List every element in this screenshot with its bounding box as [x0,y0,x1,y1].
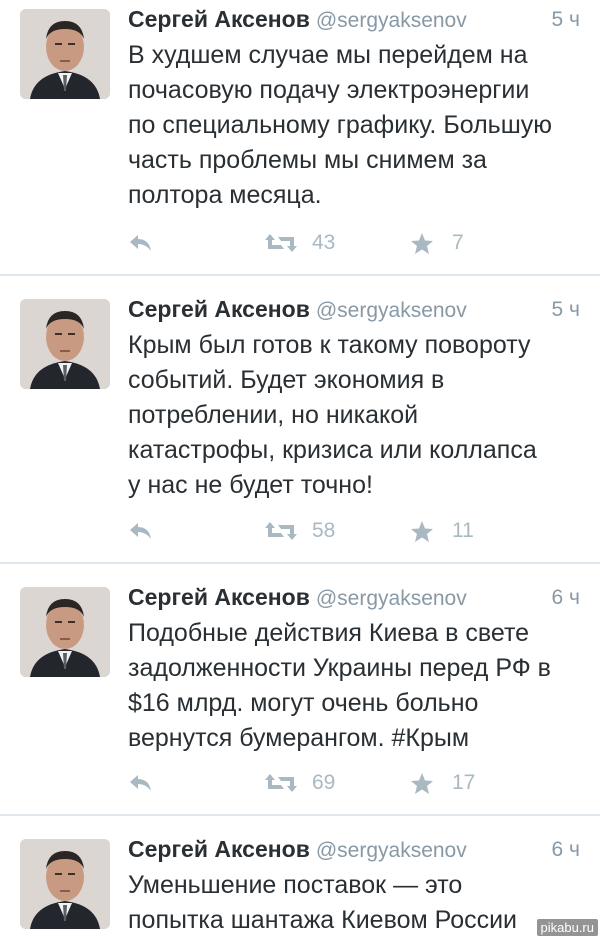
avatar[interactable] [20,299,110,389]
reply-button[interactable] [128,768,154,798]
favorite-button[interactable]: 17 [410,768,475,798]
tweet-time[interactable]: 6 ч [552,838,580,862]
reply-icon [130,775,151,791]
reply-icon [130,523,151,539]
avatar-image [20,587,110,677]
tweet-text: Крым был готов к такому повороту событий… [128,328,593,503]
favorite-count: 17 [452,771,476,794]
tweet-text: В худшем случае мы перейдем на почасовую… [128,38,593,213]
author-name[interactable]: Сергей Аксенов [128,584,310,610]
retweet-icon [265,234,297,252]
author-handle[interactable]: @sergyaksenov [316,299,467,322]
tweet-text-line: потреблении, но никакой [128,401,419,429]
tweet-divider [0,814,600,816]
tweet[interactable]: Сергей Аксенов @sergyaksenov 6 ч Уменьшен… [0,830,600,938]
tweet-time[interactable]: 5 ч [552,298,580,322]
retweet-count: 69 [312,771,336,794]
favorite-button[interactable]: 11 [410,516,474,546]
retweet-count: 58 [312,519,336,542]
tweet-text-line: полтора месяца. [128,181,322,209]
tweet[interactable]: Сергей Аксенов @sergyaksenov 6 ч Подобные… [0,578,600,814]
star-icon [411,232,433,254]
tweet-header: Сергей Аксенов @sergyaksenov 5 ч [128,6,580,40]
author-name[interactable]: Сергей Аксенов [128,296,310,322]
tweet-text-line: В худшем случае мы перейдем на [128,41,528,69]
tweet-text: Уменьшение поставок — это попытка шантаж… [128,868,593,938]
author-handle[interactable]: @sergyaksenov [316,587,467,610]
tweet-time[interactable]: 5 ч [552,8,580,32]
tweet[interactable]: Сергей Аксенов @sergyaksenov 5 ч В худшем… [0,0,600,274]
author-handle[interactable]: @sergyaksenov [316,9,467,32]
tweet-text-line: задолженности Украины перед РФ в [128,654,551,682]
tweet-text-line: по специальному графику. Большую [128,111,552,139]
tweet-text-line: Уменьшение поставок — это [128,871,463,899]
favorite-count: 7 [452,231,464,254]
tweet-text-line: событий. Будет экономия в [128,366,445,394]
tweet-text-line: вернутся бумерангом. #Крым [128,724,470,752]
tweet-divider [0,274,600,276]
avatar-image [20,839,110,929]
tweet[interactable]: Сергей Аксенов @sergyaksenov 5 ч Крым был… [0,290,600,562]
watermark: pikabu.ru [536,919,598,936]
avatar-image [20,9,110,99]
reply-icon [130,235,151,251]
tweet-text-line: у нас не будет точно! [128,471,373,499]
tweet-divider [0,562,600,564]
favorite-button[interactable]: 7 [410,228,464,258]
tweet-text-line: попытка шантажа Киевом России [128,906,518,934]
retweet-button[interactable]: 58 [264,516,335,546]
avatar-image [20,299,110,389]
author-name[interactable]: Сергей Аксенов [128,836,310,862]
reply-button[interactable] [128,228,154,258]
avatar[interactable] [20,587,110,677]
avatar[interactable] [20,9,110,99]
retweet-button[interactable]: 43 [264,228,335,258]
retweet-button[interactable]: 69 [264,768,335,798]
tweet-header: Сергей Аксенов @sergyaksenov 6 ч [128,584,580,618]
tweet-text-line: почасовую подачу электроэнергии [128,76,530,104]
tweet-text: Подобные действия Киева в свете задолжен… [128,616,593,756]
tweet-header: Сергей Аксенов @sergyaksenov 6 ч [128,836,580,870]
retweet-icon [265,774,297,792]
retweet-count: 43 [312,231,336,254]
tweet-text-line: Подобные действия Киева в свете [128,619,530,647]
tweet-actions: 69 17 [128,768,568,798]
author-handle[interactable]: @sergyaksenov [316,839,467,862]
tweet-actions: 43 7 [128,228,568,258]
star-icon [411,772,433,794]
favorite-count: 11 [452,519,474,542]
tweet-header: Сергей Аксенов @sergyaksenov 5 ч [128,296,580,330]
author-name[interactable]: Сергей Аксенов [128,6,310,32]
retweet-icon [265,522,297,540]
reply-button[interactable] [128,516,154,546]
tweet-feed: Сергей Аксенов @sergyaksenov 5 ч В худшем… [0,0,600,938]
tweet-text-line: часть проблемы мы снимем за [128,146,487,174]
tweet-text-line: $16 млрд. могут очень больно [128,689,479,717]
tweet-time[interactable]: 6 ч [552,586,580,610]
avatar[interactable] [20,839,110,929]
tweet-actions: 58 11 [128,516,568,546]
star-icon [411,520,433,542]
tweet-text-line: Крым был готов к такому повороту [128,331,531,359]
tweet-text-line: катастрофы, кризиса или коллапса [128,436,537,464]
